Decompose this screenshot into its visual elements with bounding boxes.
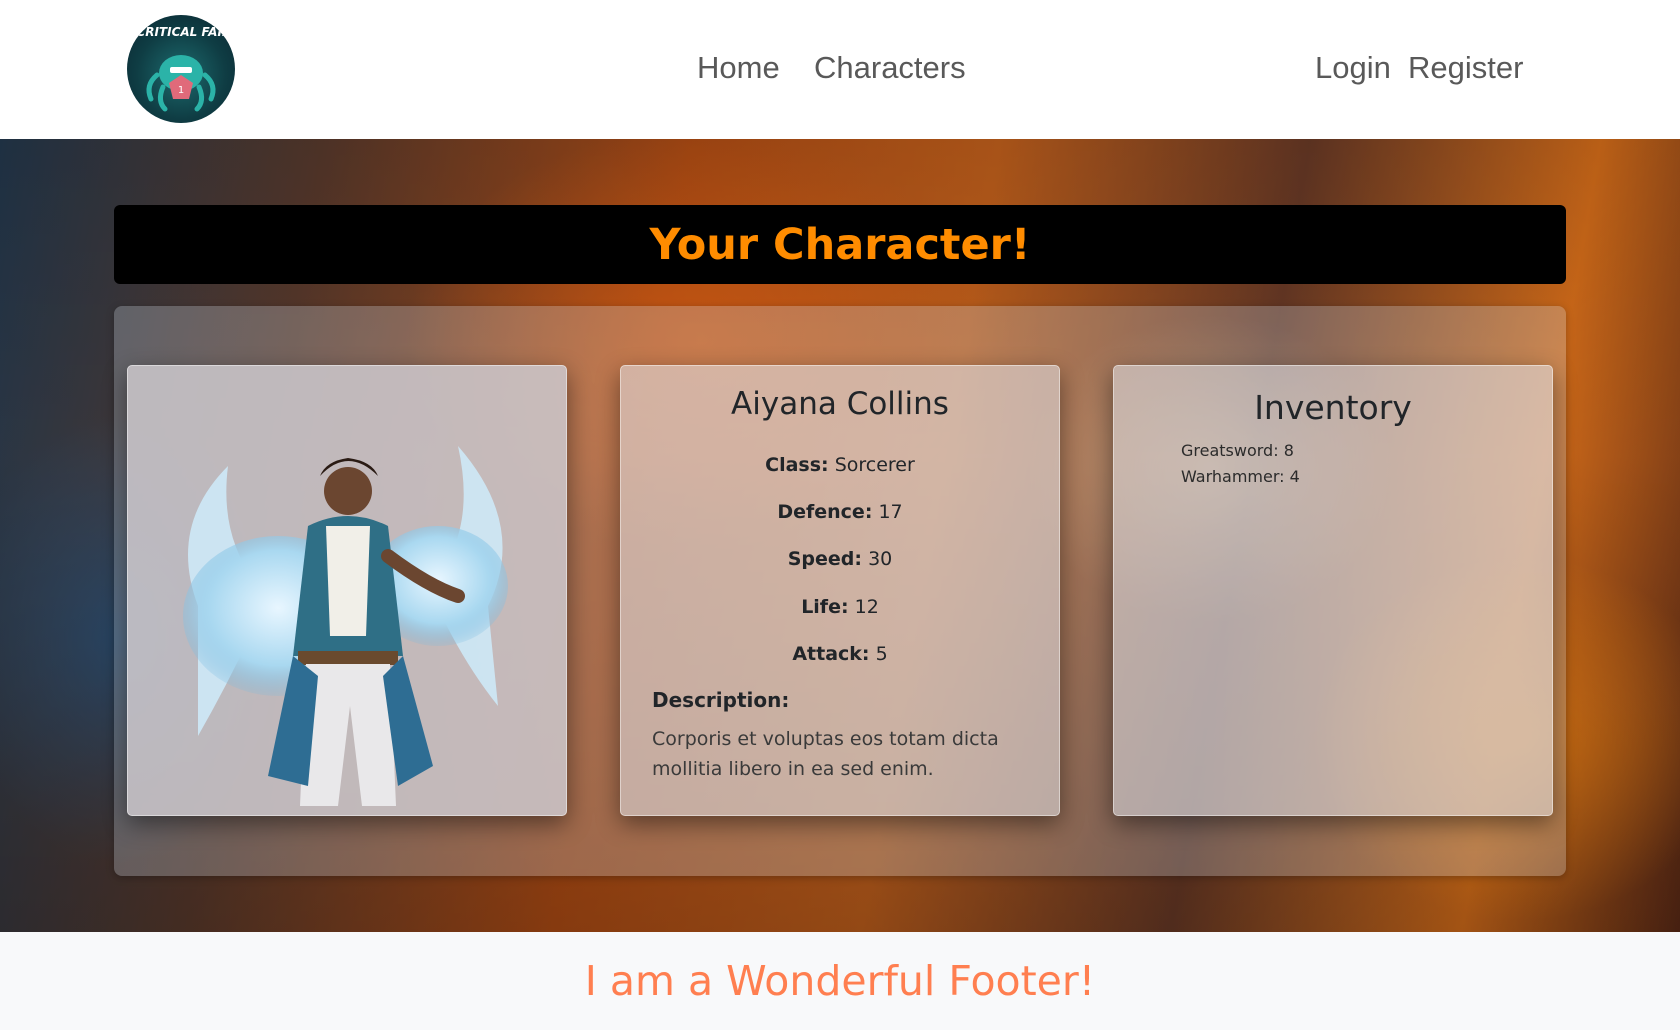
nav-characters-link[interactable]: Characters [814,50,966,86]
stat-class: Class: Sorcerer [621,454,1059,476]
stat-speed-label: Speed: [787,548,863,570]
critical-fail-logo[interactable]: CRITICAL FAIL 1 [127,15,235,123]
inventory-list: Greatsword: 8 Warhammer: 4 [1181,438,1300,490]
nav-home-link[interactable]: Home [697,50,780,86]
stat-defence-value: 17 [878,501,903,523]
footer: I am a Wonderful Footer! [0,932,1680,1030]
stat-class-label: Class: [765,454,829,476]
stat-life: Life: 12 [621,596,1059,618]
svg-text:1: 1 [178,85,184,96]
inventory-item: Greatsword: 8 [1181,441,1294,460]
character-name: Aiyana Collins [731,386,949,422]
stat-speed-value: 30 [868,548,893,570]
stat-defence-label: Defence: [777,501,873,523]
nav-login-link[interactable]: Login [1315,50,1391,86]
page-title-bar: Your Character! [114,205,1566,284]
character-portrait-image [183,446,508,806]
navbar: CRITICAL FAIL 1 Home Characters Login Re… [0,0,1680,139]
inventory-card: Inventory Greatsword: 8 Warhammer: 4 [1113,365,1553,816]
inventory-title: Inventory [1254,388,1412,427]
stat-life-label: Life: [801,596,849,618]
character-portrait-card [127,365,567,816]
stat-life-value: 12 [854,596,879,618]
character-panel: Aiyana Collins Class: Sorcerer Defence: … [114,306,1566,876]
description-label: Description: [652,688,790,712]
stat-speed: Speed: 30 [621,548,1059,570]
page-title: Your Character! [649,219,1031,270]
tentacle-monster-icon: 1 [146,55,216,112]
inventory-item: Warhammer: 4 [1181,467,1300,486]
character-stats-card: Aiyana Collins Class: Sorcerer Defence: … [620,365,1060,816]
stat-class-value: Sorcerer [834,454,915,476]
description-text: Corporis et voluptas eos totam dicta mol… [652,728,999,780]
footer-text: I am a Wonderful Footer! [584,957,1096,1005]
stat-attack: Attack: 5 [621,643,1059,665]
hero-background: Your Character! Aiyana Collins Class: So… [0,139,1680,932]
stat-defence: Defence: 17 [621,501,1059,523]
stat-attack-label: Attack: [792,643,870,665]
nav-register-link[interactable]: Register [1408,50,1523,86]
stat-attack-value: 5 [875,643,888,665]
